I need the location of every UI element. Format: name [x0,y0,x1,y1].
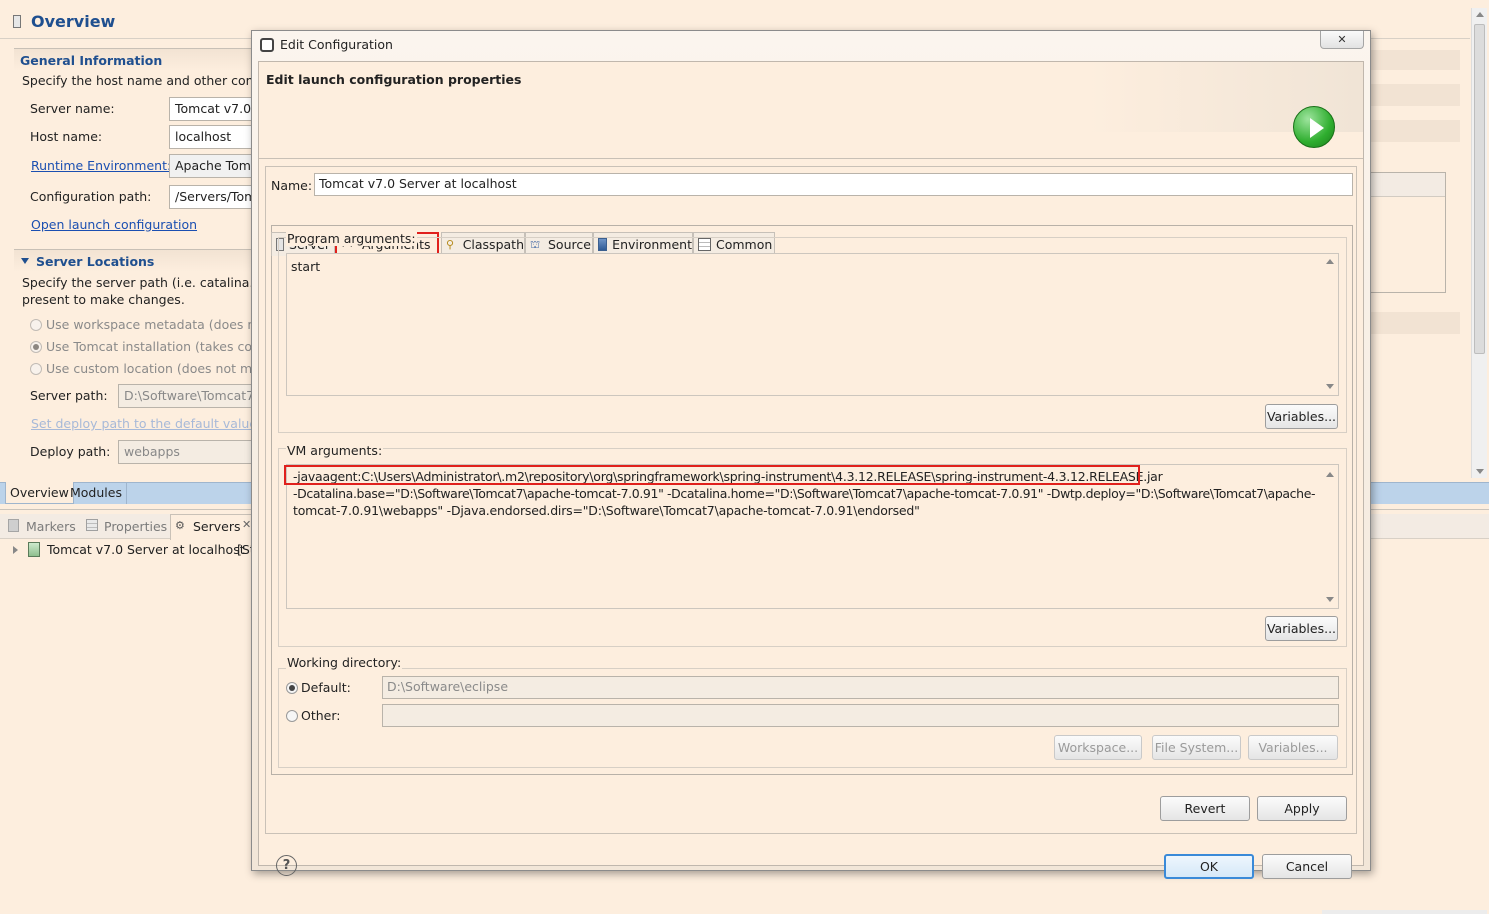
run-banner-icon [1293,106,1335,148]
right-section-1 [1368,50,1460,70]
program-variables-button[interactable]: Variables... [1265,404,1338,429]
server-path-field[interactable]: D:\Software\Tomcat7\ [118,384,255,408]
dialog-client: Edit launch configuration properties Nam… [258,61,1364,879]
close-servers-tab-icon[interactable]: ✕ [242,518,251,531]
server-locations-description-1: Specify the server path (i.e. catalina.b… [22,275,276,290]
tab-properties[interactable]: Properties [104,519,167,534]
program-args-scroll-down-icon[interactable] [1326,384,1334,389]
vm-args-scroll-up-icon[interactable] [1326,472,1334,477]
header-divider [259,158,1363,159]
javaagent-highlight [284,465,1140,485]
workspace-metadata-label: Use workspace metadata (does no [46,317,263,332]
workspace-button[interactable]: Workspace... [1054,735,1142,760]
server-locations-description-2: present to make changes. [22,292,185,307]
editor-scroll-up-icon[interactable] [1476,12,1484,17]
vm-args-line-3: tomcat-7.0.91\webapps" -Djava.endorsed.d… [293,503,920,518]
default-dir-field[interactable]: D:\Software\eclipse [382,676,1339,699]
editor-page-icon [13,15,21,28]
servers-icon: ⚙ [175,519,185,532]
right-table [1368,172,1446,293]
other-label: Other: [301,708,341,723]
tab-modules[interactable]: Modules [66,482,127,504]
expand-tree-icon[interactable] [13,546,18,554]
revert-button[interactable]: Revert [1160,796,1250,821]
program-args-textarea[interactable]: start [286,253,1339,396]
vm-args-line-2: -Dcatalina.base="D:\Software\Tomcat7\apa… [293,486,1316,501]
help-icon[interactable]: ? [276,855,297,876]
bottom-right-stub [1322,910,1487,914]
editor-scroll-down-icon[interactable] [1476,469,1484,474]
host-name-field[interactable]: localhost [169,125,255,149]
open-launch-configuration-link[interactable]: Open launch configuration [31,217,197,232]
vm-args-label: VM arguments: [286,443,384,458]
tab-overview[interactable]: Overview [5,482,74,504]
apply-button[interactable]: Apply [1257,796,1347,821]
runtime-environment-select[interactable]: Apache Tomc [169,154,255,178]
host-name-label: Host name: [30,129,103,144]
close-dialog-button[interactable]: ✕ [1320,31,1364,49]
vm-args-scroll-down-icon[interactable] [1326,597,1334,602]
name-field[interactable]: Tomcat v7.0 Server at localhost [314,173,1353,196]
vm-variables-button[interactable]: Variables... [1265,616,1338,641]
cancel-button[interactable]: Cancel [1262,854,1352,879]
edit-configuration-dialog: Edit Configuration ✕ Edit launch configu… [251,30,1371,879]
server-name-field[interactable]: Tomcat v7.0 S [169,97,255,121]
other-dir-field[interactable] [382,704,1339,727]
set-deploy-path-link[interactable]: Set deploy path to the default value [31,416,257,431]
editor-scrollbar[interactable] [1471,8,1487,478]
dialog-window-title: Edit Configuration [280,37,393,52]
name-label: Name: [271,178,313,193]
file-system-button[interactable]: File System... [1152,735,1241,760]
properties-icon [86,519,98,531]
tab-markers[interactable]: Markers [26,519,76,534]
program-args-label: Program arguments: [286,231,417,246]
dialog-window-icon [260,38,274,52]
tomcat-installation-label: Use Tomcat installation (takes cont [46,339,265,354]
right-section-2 [1368,84,1460,106]
editor-scroll-thumb[interactable] [1474,24,1485,354]
custom-location-label: Use custom location (does not mod [46,361,268,376]
tab-servers[interactable]: Servers [193,519,241,534]
ok-button[interactable]: OK [1164,854,1254,879]
server-name-label: Server name: [30,101,115,116]
configuration-path-label: Configuration path: [30,189,152,204]
working-dir-label: Working directory: [286,655,403,670]
server-instance-icon [28,542,40,557]
program-args-text: start [291,259,321,274]
server-locations-header: Server Locations [36,254,155,269]
right-section-4 [1368,312,1460,334]
default-radio[interactable] [286,682,298,694]
right-table-header [1369,173,1445,197]
server-path-label: Server path: [30,388,108,403]
vm-args-textarea[interactable]: -javaagent:C:\Users\Administrator\.m2\re… [286,464,1339,609]
configuration-path-field[interactable]: /Servers/Tom [169,185,255,209]
general-info-description: Specify the host name and other comm [22,73,270,88]
server-tree-item[interactable]: Tomcat v7.0 Server at localhost [47,542,245,557]
right-section-3 [1368,120,1460,142]
general-info-header: General Information [20,53,163,68]
custom-location-radio[interactable] [30,363,42,375]
markers-icon [8,519,19,532]
workspace-metadata-radio[interactable] [30,319,42,331]
runtime-environment-link[interactable]: Runtime Environment: [31,158,171,173]
dialog-heading: Edit launch configuration properties [266,72,522,87]
overview-title: Overview [31,12,116,31]
working-variables-button[interactable]: Variables... [1248,735,1338,760]
deploy-path-field[interactable]: webapps [118,440,255,464]
deploy-path-label: Deploy path: [30,444,111,459]
collapse-triangle-icon[interactable] [21,258,29,264]
program-args-scroll-up-icon[interactable] [1326,259,1334,264]
other-radio[interactable] [286,710,298,722]
tomcat-installation-radio[interactable] [30,341,42,353]
default-label: Default: [301,680,351,695]
